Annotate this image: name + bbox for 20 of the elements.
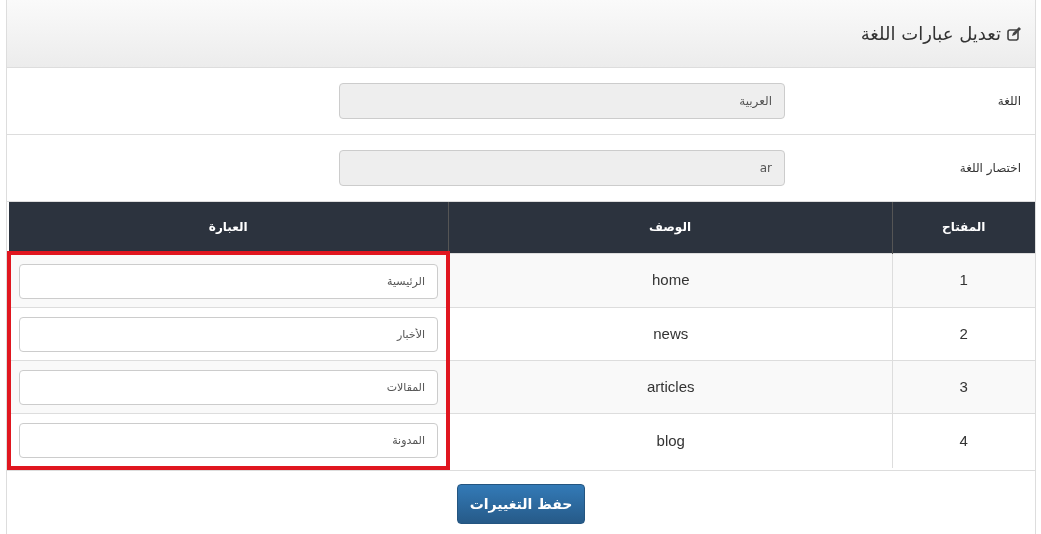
panel-title: تعديل عبارات اللغة [860, 23, 1001, 44]
table-cell: 1 [892, 253, 1035, 308]
input-field[interactable]: الأخبار [19, 316, 438, 352]
table-cell: blog [448, 413, 892, 468]
table-cell: articles [448, 360, 892, 414]
table-cell: 4 [892, 413, 1035, 468]
table-cell: 3 [892, 360, 1035, 414]
column-header: المفتاح [892, 202, 1035, 253]
field-label: اللغة [996, 94, 1022, 108]
column-header: الوصف [448, 202, 892, 253]
column-header: العبارة [9, 202, 448, 253]
edit-icon [1007, 26, 1021, 41]
save-button[interactable]: حفظ التغييرات [456, 484, 586, 524]
table-cell: home [448, 253, 892, 308]
table-cell: news [448, 307, 892, 361]
input-field[interactable]: المدونة [19, 422, 438, 458]
input-field[interactable]: المقالات [19, 369, 438, 405]
field-label: اختصار اللغة [958, 161, 1022, 175]
input-field[interactable]: الرئيسية [19, 263, 438, 299]
table-cell: 2 [892, 307, 1035, 361]
